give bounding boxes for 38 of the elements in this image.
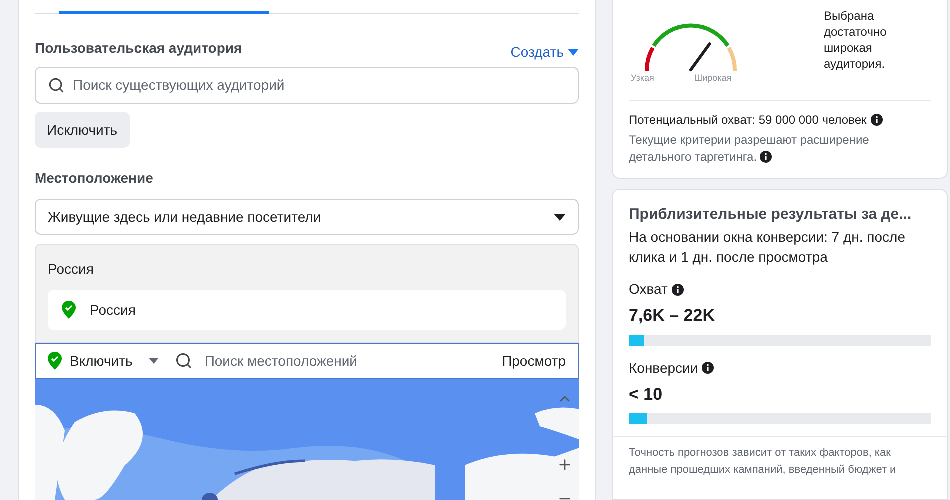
audience-search-field[interactable]: Поиск существующих аудиторий bbox=[35, 67, 579, 104]
info-icon[interactable] bbox=[702, 362, 714, 374]
include-dropdown[interactable]: Включить bbox=[48, 350, 159, 372]
info-icon[interactable] bbox=[870, 114, 883, 126]
search-icon bbox=[174, 352, 193, 370]
location-search-input[interactable]: Поиск местоположений bbox=[204, 350, 490, 372]
estimates-footnote: Точность прогнозов зависит от таких факторов, как данные прошедших кампаний, введенный бюджет и bbox=[629, 446, 898, 478]
search-icon bbox=[48, 77, 65, 94]
metric-value: < 10 bbox=[629, 384, 664, 406]
section-label: Местоположение bbox=[35, 169, 154, 188]
browse-button[interactable]: Просмотр bbox=[502, 350, 566, 372]
audience-search-input[interactable]: Поиск существующих аудиторий bbox=[73, 75, 566, 96]
metric-label: Конверсии bbox=[629, 358, 698, 378]
info-icon[interactable] bbox=[672, 284, 684, 296]
caret-icon bbox=[554, 214, 566, 220]
location-group-title: Россия bbox=[48, 260, 95, 279]
zoom-in-icon[interactable] bbox=[557, 457, 573, 473]
estimates-subtitle: На основании окна конверсии: 7 дн. после клика и 1 дн. после просмотра bbox=[629, 228, 906, 267]
metric-value: 7,6K – 22K bbox=[629, 305, 716, 327]
location-type-dropdown[interactable]: Живущие здесь или недавние посетители bbox=[35, 199, 579, 235]
gauge-max-label: Широкая bbox=[694, 72, 732, 85]
caret-icon bbox=[148, 358, 159, 364]
location-pin-icon bbox=[48, 352, 62, 370]
create-dropdown[interactable]: Создать bbox=[510, 42, 579, 63]
caret-icon bbox=[568, 49, 579, 56]
exclude-button[interactable]: Исключить bbox=[35, 112, 130, 148]
metric-label: Охват bbox=[629, 280, 668, 299]
info-icon[interactable] bbox=[760, 151, 772, 164]
map-drawing[interactable] bbox=[35, 379, 579, 500]
estimates-title: Приблизительные результаты за де... bbox=[629, 204, 913, 224]
targeting-note: Текущие критерии разрешают расширение детального таргетинга. bbox=[629, 132, 870, 166]
location-pin-icon bbox=[62, 301, 76, 319]
location-item[interactable]: Россия bbox=[48, 290, 566, 330]
gauge-min-label: Узкая bbox=[631, 72, 654, 85]
audience-verdict: Выбрана достаточно широкая аудитория. bbox=[824, 8, 888, 73]
potential-reach-text: Потенциальный охват: 59 000 000 человек bbox=[629, 112, 867, 128]
location-search-field[interactable]: Включить Поиск местоположений Просмотр bbox=[35, 343, 579, 379]
section-label: Пользовательская аудитория bbox=[35, 39, 242, 58]
